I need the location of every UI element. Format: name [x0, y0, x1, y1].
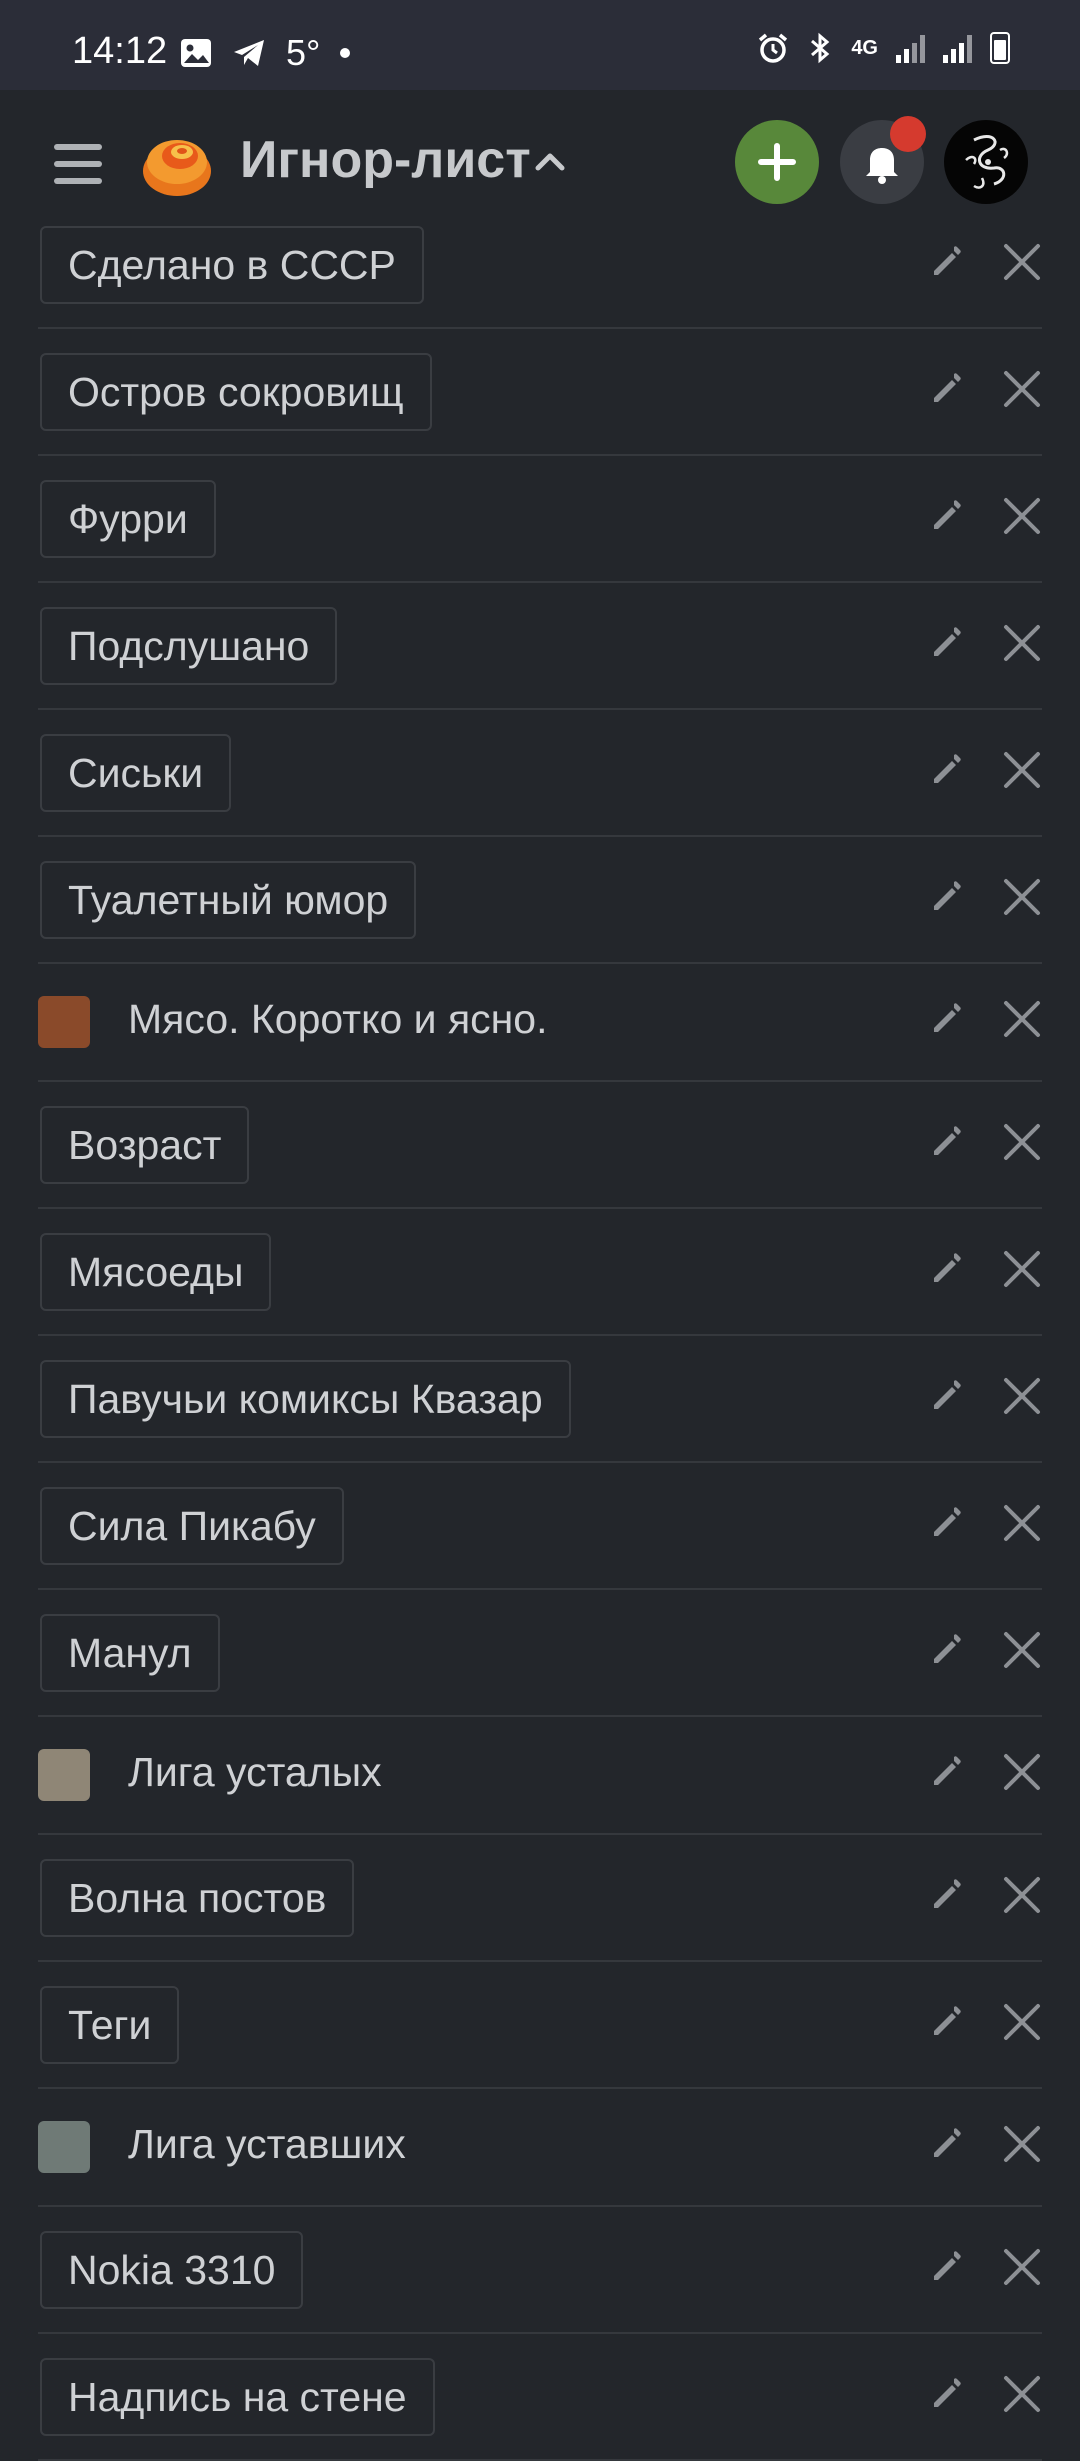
pencil-icon[interactable] — [926, 241, 966, 281]
menu-icon[interactable] — [54, 144, 102, 184]
close-icon[interactable] — [1001, 1751, 1043, 1793]
close-icon[interactable] — [1001, 241, 1043, 283]
list-item: Манул — [38, 1590, 1042, 1717]
status-right-icons: 4G — [757, 32, 1010, 64]
pencil-icon[interactable] — [926, 1121, 966, 1161]
pencil-icon[interactable] — [926, 998, 966, 1038]
pencil-icon[interactable] — [926, 495, 966, 535]
close-icon[interactable] — [1001, 2373, 1043, 2415]
signal-icon-2 — [943, 33, 972, 63]
community-thumbnail[interactable] — [38, 996, 90, 1048]
list-item: Теги — [38, 1962, 1042, 2089]
pencil-icon[interactable] — [926, 368, 966, 408]
list-item: Подслушано — [38, 583, 1042, 710]
alarm-icon — [759, 33, 788, 63]
tag-chip[interactable]: Теги — [40, 1985, 180, 2064]
list-item: Возраст — [38, 1082, 1042, 1209]
network-type: 4G — [851, 37, 878, 59]
tag-chip[interactable]: Nokia 3310 — [40, 2230, 304, 2309]
list-item: Надпись на стене — [38, 2334, 1042, 2461]
pencil-icon[interactable] — [926, 2246, 966, 2286]
tag-chip[interactable]: Сиськи — [40, 733, 232, 812]
pencil-icon[interactable] — [926, 1629, 966, 1669]
list-item: Волна постов — [38, 1835, 1042, 1962]
list-item: Павучьи комиксы Квазар — [38, 1336, 1042, 1463]
pencil-icon[interactable] — [926, 1751, 966, 1791]
list-item: Мясоеды — [38, 1209, 1042, 1336]
chevron-up-icon[interactable] — [530, 142, 570, 182]
notification-dot-icon — [340, 48, 351, 58]
list-item: Лига уставших — [38, 2089, 1042, 2207]
list-item: Лига усталых — [38, 1717, 1042, 1835]
avatar-image-icon — [965, 135, 1009, 189]
close-icon[interactable] — [1001, 1629, 1043, 1671]
status-temperature: 5° — [286, 32, 321, 73]
list-item: Фурри — [38, 456, 1042, 583]
community-thumbnail[interactable] — [38, 2121, 90, 2173]
list-item: Туалетный юмор — [38, 837, 1042, 964]
tag-chip[interactable]: Сила Пикабу — [40, 1486, 344, 1565]
pencil-icon[interactable] — [926, 2123, 966, 2163]
pencil-icon[interactable] — [926, 622, 966, 662]
ignore-list: Сделано в СССР Остров сокровищ Фурри Подслу… — [38, 225, 1042, 2461]
avatar[interactable] — [944, 120, 1028, 204]
list-item: Сила Пикабу — [38, 1463, 1042, 1590]
pencil-icon[interactable] — [926, 1375, 966, 1415]
close-icon[interactable] — [1001, 1502, 1043, 1544]
close-icon[interactable] — [1001, 622, 1043, 664]
notification-badge — [890, 116, 926, 152]
signal-icon — [896, 33, 925, 63]
tag-chip[interactable]: Подслушано — [40, 606, 338, 685]
status-bar: 14:12 5° 4G — [0, 0, 1080, 90]
close-icon[interactable] — [1001, 495, 1043, 537]
close-icon[interactable] — [1001, 1121, 1043, 1163]
community-label[interactable]: Лига усталых — [128, 1749, 382, 1796]
pencil-icon[interactable] — [926, 1502, 966, 1542]
tag-chip[interactable]: Павучьи комиксы Квазар — [40, 1359, 571, 1438]
tag-chip[interactable]: Волна постов — [40, 1858, 355, 1937]
pencil-icon[interactable] — [926, 1248, 966, 1288]
list-item: Nokia 3310 — [38, 2207, 1042, 2334]
tag-chip[interactable]: Надпись на стене — [40, 2357, 435, 2436]
list-item: Сиськи — [38, 710, 1042, 837]
page-title[interactable]: Игнор-лист — [240, 130, 531, 190]
community-label[interactable]: Мясо. Коротко и ясно. — [128, 996, 548, 1043]
tag-chip[interactable]: Сделано в СССР — [40, 225, 424, 304]
pencil-icon[interactable] — [926, 2001, 966, 2041]
close-icon[interactable] — [1001, 749, 1043, 791]
close-icon[interactable] — [1001, 368, 1043, 410]
pikabu-logo-icon[interactable] — [140, 126, 214, 200]
tag-chip[interactable]: Возраст — [40, 1105, 250, 1184]
list-item: Сделано в СССР — [38, 202, 1042, 329]
status-time: 14:12 — [72, 30, 168, 72]
tag-chip[interactable]: Туалетный юмор — [40, 860, 417, 939]
battery-icon — [990, 32, 1010, 64]
tag-chip[interactable]: Мясоеды — [40, 1232, 272, 1311]
close-icon[interactable] — [1001, 2001, 1043, 2043]
close-icon[interactable] — [1001, 1874, 1043, 1916]
close-icon[interactable] — [1001, 876, 1043, 918]
add-button[interactable] — [735, 120, 819, 204]
close-icon[interactable] — [1001, 2123, 1043, 2165]
image-icon — [181, 39, 211, 67]
close-icon[interactable] — [1001, 1375, 1043, 1417]
status-left-icons: 5° — [180, 32, 351, 74]
plus-icon — [758, 143, 796, 181]
pencil-icon[interactable] — [926, 876, 966, 916]
pencil-icon[interactable] — [926, 749, 966, 789]
community-thumbnail[interactable] — [38, 1749, 90, 1801]
tag-chip[interactable]: Фурри — [40, 479, 216, 558]
close-icon[interactable] — [1001, 2246, 1043, 2288]
list-item: Мясо. Коротко и ясно. — [38, 964, 1042, 1082]
telegram-icon — [234, 40, 264, 66]
tag-chip[interactable]: Остров сокровищ — [40, 352, 432, 431]
bluetooth-icon — [811, 32, 830, 64]
community-label[interactable]: Лига уставших — [128, 2121, 406, 2168]
list-item: Остров сокровищ — [38, 329, 1042, 456]
pencil-icon[interactable] — [926, 2373, 966, 2413]
close-icon[interactable] — [1001, 1248, 1043, 1290]
tag-chip[interactable]: Манул — [40, 1613, 220, 1692]
close-icon[interactable] — [1001, 998, 1043, 1040]
pencil-icon[interactable] — [926, 1874, 966, 1914]
